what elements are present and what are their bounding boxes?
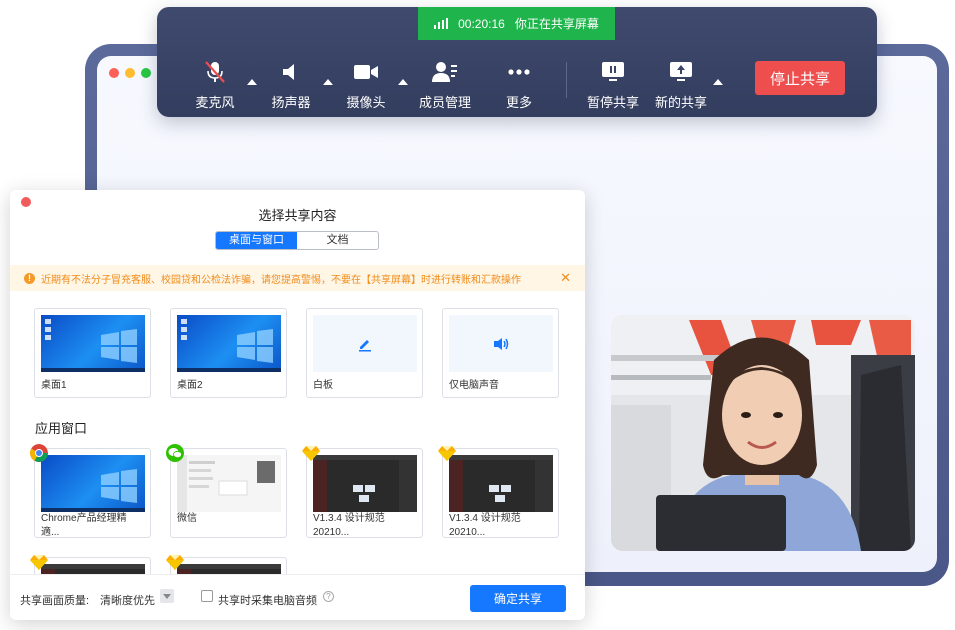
share-option-label: 仅电脑声音: [449, 380, 499, 391]
members-label: 成员管理: [418, 95, 471, 110]
maximize-window-button[interactable]: [141, 68, 151, 78]
speaker-button[interactable]: 扬声器: [253, 59, 333, 111]
new-share-label: 新的共享: [654, 95, 707, 110]
share-toolbar: 00:20:16 你正在共享屏幕 麦克风 扬声器 摄像头 成员管理 更多 暂停共…: [157, 7, 877, 117]
desktop-thumbnail: [41, 315, 145, 372]
share-option-label: 白板: [313, 380, 333, 391]
mic-button[interactable]: 麦克风: [177, 59, 257, 111]
app-thumbnail: [177, 455, 281, 512]
chevron-down-icon[interactable]: [160, 589, 174, 603]
confirm-share-button[interactable]: 确定共享: [470, 585, 566, 612]
window-controls: [109, 68, 151, 78]
share-timer: 00:20:16: [458, 16, 505, 31]
new-share-icon: [670, 62, 692, 81]
share-option-label: 微信: [177, 513, 197, 524]
wechat-icon: [166, 444, 184, 462]
pause-share-button[interactable]: 暂停共享: [575, 59, 651, 111]
share-type-tabs: 桌面与窗口 文档: [215, 231, 379, 250]
windows-logo-icon: [177, 319, 281, 372]
quality-label: 共享画面质量:: [20, 595, 90, 607]
share-content-dialog: 选择共享内容 桌面与窗口 文档 ! 近期有不法分子冒充客服、校园贷和公检法诈骗，…: [10, 190, 585, 620]
mic-muted-icon: [205, 61, 225, 83]
new-share-options-caret[interactable]: [713, 79, 723, 85]
share-option-app-sketch-2[interactable]: V1.3.4 设计规范 20210...: [438, 446, 559, 538]
camera-icon: [354, 65, 378, 79]
quality-select[interactable]: 清晰度优先: [100, 592, 155, 608]
minimize-window-button[interactable]: [125, 68, 135, 78]
warning-icon: !: [24, 272, 35, 284]
sketch-icon: [302, 446, 320, 461]
camera-label: 摄像头: [346, 95, 386, 110]
members-button[interactable]: 成员管理: [407, 59, 483, 111]
speaker-icon: [283, 64, 294, 80]
share-option-label: 桌面2: [177, 380, 203, 391]
more-label: 更多: [505, 95, 532, 110]
speaker-label: 扬声器: [271, 95, 311, 110]
close-window-button[interactable]: [109, 68, 119, 78]
tab-document[interactable]: 文档: [297, 232, 378, 249]
app-thumbnail: [41, 455, 145, 512]
wechat-window-thumbnail: [177, 455, 281, 512]
share-option-desktop-2[interactable]: 桌面2: [170, 308, 287, 398]
participant-video-image: [611, 315, 915, 551]
pause-share-label: 暂停共享: [586, 95, 639, 110]
share-option-desktop-1[interactable]: 桌面1: [34, 308, 151, 398]
sketch-icon: [166, 555, 184, 570]
share-option-app-wechat[interactable]: 微信: [166, 444, 287, 538]
windows-logo-icon: [41, 469, 145, 512]
help-icon[interactable]: ?: [323, 591, 334, 602]
share-option-app-sketch-1[interactable]: V1.3.4 设计规范 20210...: [302, 446, 423, 538]
participant-video: [611, 315, 915, 551]
volume-icon: [494, 337, 509, 350]
sketch-window-thumbnail: [449, 455, 553, 512]
capture-audio-checkbox[interactable]: [201, 590, 213, 602]
toolbar-divider: [566, 62, 567, 98]
new-share-button[interactable]: 新的共享: [643, 59, 723, 111]
more-icon: [508, 69, 530, 75]
dialog-title: 选择共享内容: [258, 208, 337, 223]
capture-audio-label[interactable]: 共享时采集电脑音频: [218, 592, 317, 608]
share-option-label: V1.3.4 设计规范 20210...: [449, 513, 521, 538]
tab-desktop-window[interactable]: 桌面与窗口: [216, 232, 297, 249]
share-option-audio-only[interactable]: 仅电脑声音: [442, 308, 559, 398]
dialog-footer: 共享画面质量: 清晰度优先 共享时采集电脑音频 ? 确定共享: [10, 574, 585, 620]
share-status-text: 你正在共享屏幕: [514, 17, 599, 31]
fraud-warning-banner: ! 近期有不法分子冒充客服、校园贷和公检法诈骗，请您提高警惕，不要在【共享屏幕】…: [10, 265, 585, 291]
audio-thumbnail: [449, 315, 553, 372]
app-thumbnail: [449, 455, 553, 512]
camera-button[interactable]: 摄像头: [328, 59, 408, 111]
mic-label: 麦克风: [195, 95, 235, 110]
members-icon: [432, 62, 457, 82]
desktop-thumbnail: [177, 315, 281, 372]
pause-share-icon: [602, 62, 624, 81]
sketch-icon: [30, 555, 48, 570]
sketch-icon: [438, 446, 456, 461]
app-windows-title: 应用窗口: [35, 421, 88, 436]
whiteboard-thumbnail: [313, 315, 417, 372]
share-option-whiteboard[interactable]: 白板: [306, 308, 423, 398]
sharing-status-bar: 00:20:16 你正在共享屏幕: [418, 7, 615, 40]
share-option-app-chrome[interactable]: Chrome产品经理精 適...: [30, 444, 151, 538]
share-option-label: V1.3.4 设计规范 20210...: [313, 513, 385, 538]
chrome-icon: [30, 444, 48, 462]
app-thumbnail: [313, 455, 417, 512]
close-warning-icon[interactable]: ✕: [560, 270, 571, 286]
signal-icon: [434, 18, 449, 29]
share-option-label: 桌面1: [41, 380, 67, 391]
windows-logo-icon: [41, 319, 145, 372]
pencil-icon: [359, 339, 371, 351]
sketch-window-thumbnail: [313, 455, 417, 512]
share-option-label: Chrome产品经理精 適...: [41, 513, 127, 538]
warning-text: 近期有不法分子冒充客服、校园贷和公检法诈骗，请您提高警惕，不要在【共享屏幕】时进…: [41, 274, 521, 286]
stop-share-button[interactable]: 停止共享: [755, 61, 845, 95]
more-button[interactable]: 更多: [481, 59, 557, 111]
